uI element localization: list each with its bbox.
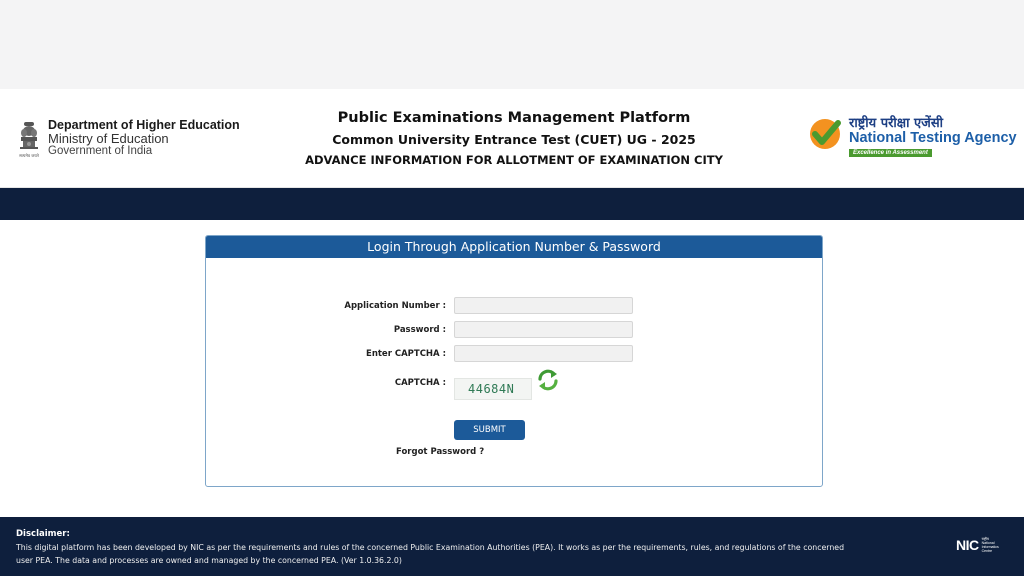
captcha-input-row: Enter CAPTCHA : (206, 344, 822, 364)
password-input[interactable] (454, 321, 633, 338)
submit-button[interactable]: SUBMIT (454, 420, 525, 440)
nic-sub-4: Centre (981, 549, 993, 553)
platform-title: Public Examinations Management Platform (337, 110, 691, 126)
disclaimer-title: Disclaimer: (16, 529, 70, 539)
login-card-title: Login Through Application Number & Passw… (206, 236, 822, 258)
nic-logo-subtext: राष्ट्रीय National Informatics Centre (982, 537, 999, 553)
site-footer: Disclaimer: This digital platform has be… (0, 517, 1024, 576)
dhe-ministry: Ministry of Education (48, 131, 169, 146)
nic-logo: NIC राष्ट्रीय National Informatics Centr… (956, 537, 999, 553)
nav-bar (0, 188, 1024, 220)
application-number-input[interactable] (454, 297, 633, 314)
application-number-label: Application Number : (344, 301, 446, 311)
nic-logo-text: NIC (956, 537, 979, 553)
national-emblem-icon: सत्यमेव जयते (19, 122, 40, 158)
exam-subtitle: Common University Entrance Test (CUET) U… (332, 132, 696, 147)
password-label: Password : (393, 325, 446, 335)
captcha-input[interactable] (454, 345, 633, 362)
dhe-branding: सत्यमेव जयते Department of Higher Educat… (16, 119, 240, 161)
captcha-input-label: Enter CAPTCHA : (366, 349, 446, 359)
top-blank-area (0, 0, 1024, 89)
password-row: Password : (206, 320, 822, 340)
disclaimer-text: This digital platform has been developed… (16, 543, 845, 565)
nta-branding: राष्ट्रीय परीक्षा एजेंसी National Testin… (808, 113, 1022, 163)
emblem-caption: सत्यमेव जयते (19, 153, 39, 158)
nta-english-name: National Testing Agency (849, 130, 1017, 146)
page-heading: ADVANCE INFORMATION FOR ALLOTMENT OF EXA… (305, 153, 723, 167)
login-card: Login Through Application Number & Passw… (205, 235, 823, 487)
nta-hindi-name: राष्ट्रीय परीक्षा एजेंसी (849, 116, 943, 131)
captcha-image: 44684N (454, 378, 532, 400)
refresh-icon[interactable] (536, 368, 560, 392)
forgot-password-link[interactable]: Forgot Password ? (396, 447, 484, 457)
application-number-row: Application Number : (206, 296, 822, 316)
dhe-government: Government of India (48, 145, 153, 157)
nta-check-logo-icon (810, 119, 841, 149)
header-titles: Public Examinations Management Platform … (260, 107, 768, 171)
nta-tagline: Excellence in Assessment (849, 149, 932, 157)
captcha-label: CAPTCHA : (394, 378, 446, 388)
site-header: सत्यमेव जयते Department of Higher Educat… (0, 89, 1024, 188)
